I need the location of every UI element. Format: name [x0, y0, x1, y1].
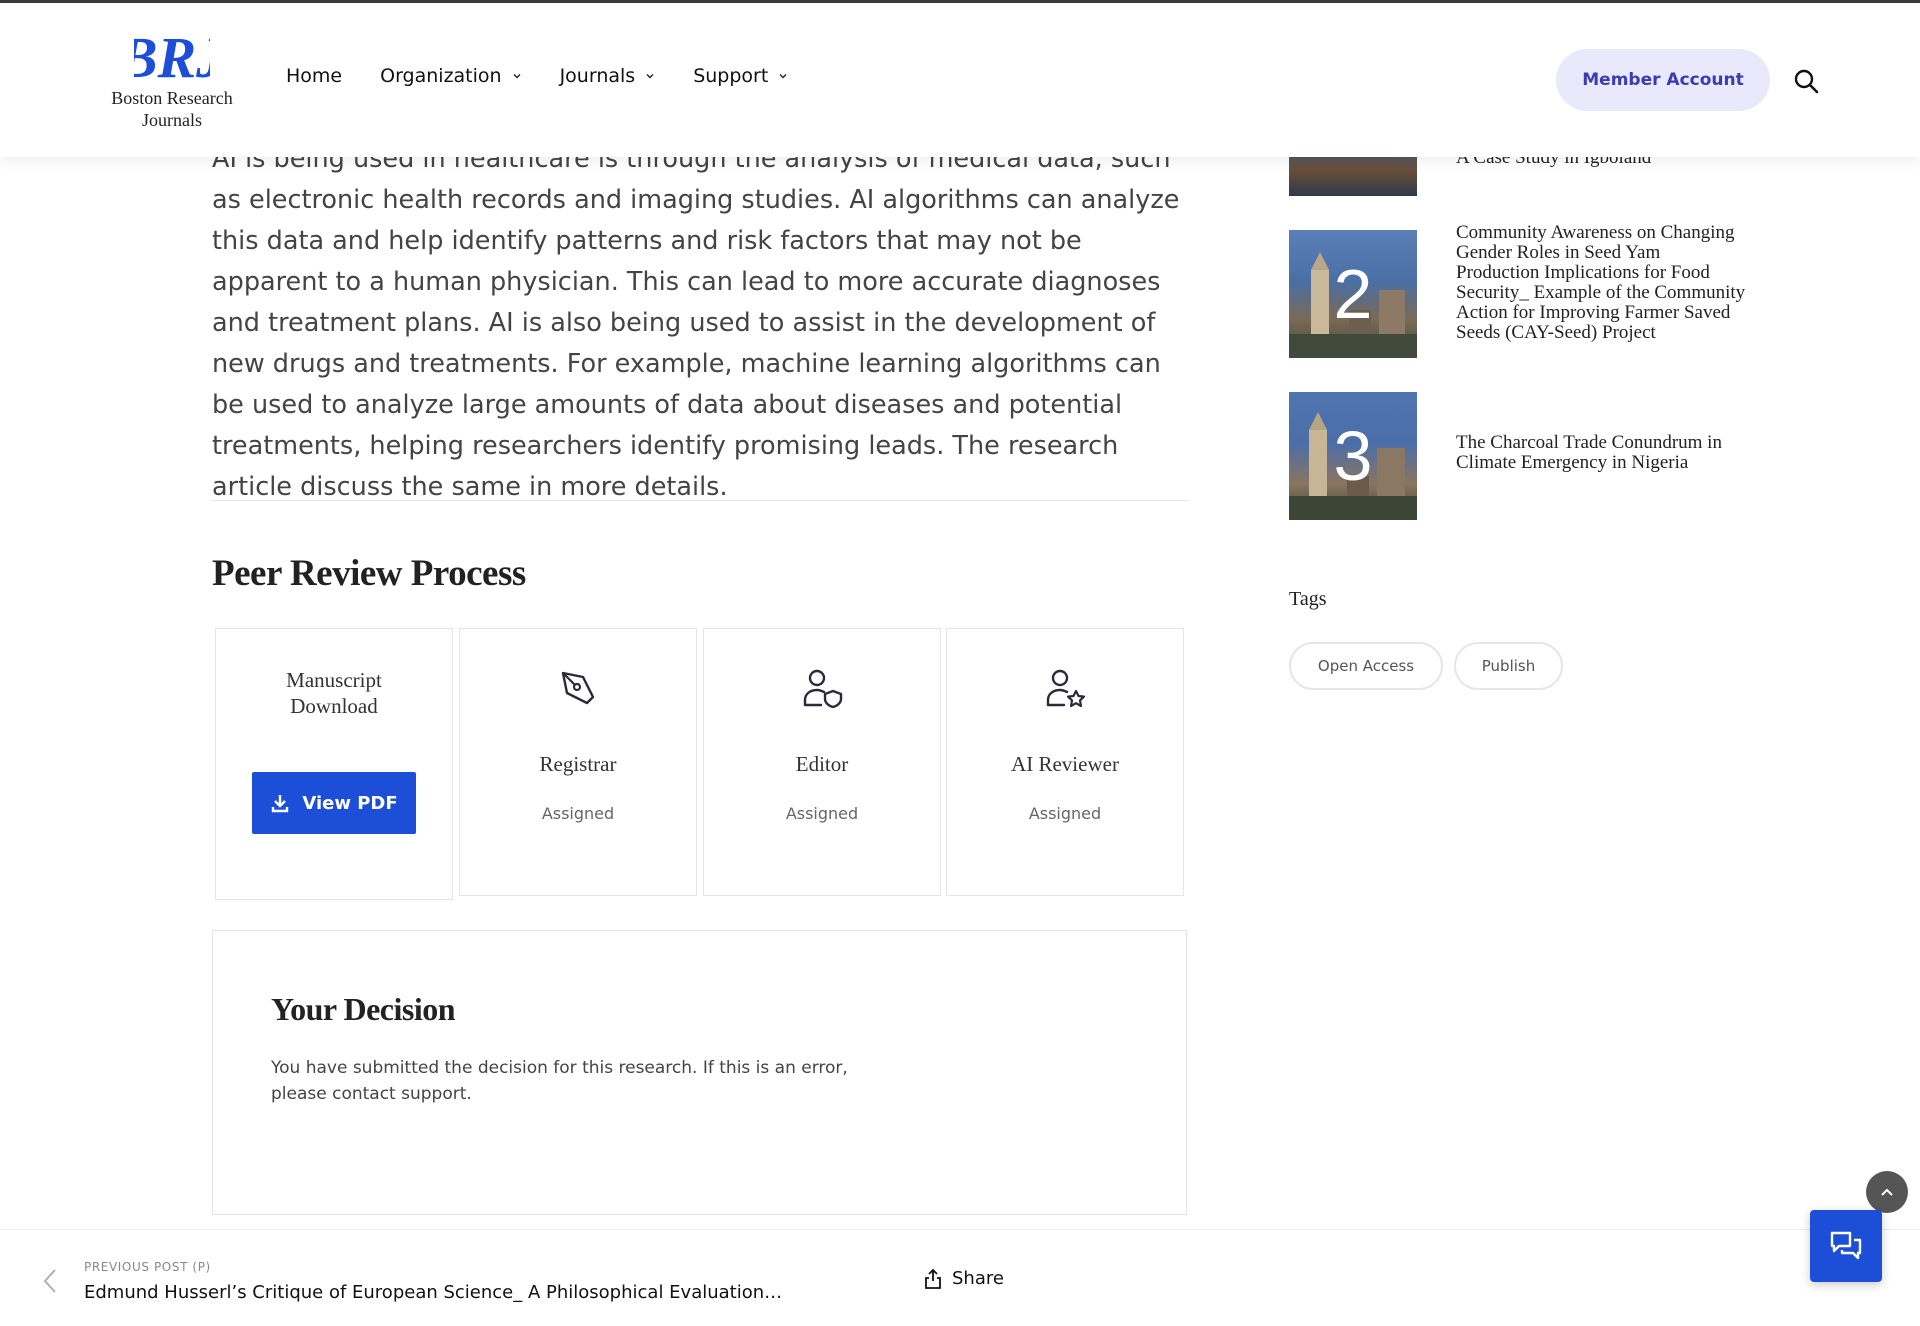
- step-role: AI Reviewer: [1011, 752, 1119, 776]
- logo-text: Boston Research Journals: [100, 87, 244, 131]
- download-icon: [272, 795, 289, 813]
- nav-item-journals[interactable]: Journals: [560, 65, 656, 87]
- nav-item-label: Support: [693, 65, 769, 87]
- member-account-button[interactable]: Member Account: [1556, 49, 1770, 111]
- peer-review-title: Peer Review Process: [212, 553, 526, 594]
- logo-text-line2: Journals: [142, 110, 202, 130]
- review-step-card-editor: Editor Assigned: [703, 628, 941, 896]
- svg-text:BRJ: BRJ: [134, 25, 210, 85]
- nav-item-label: Home: [286, 65, 343, 87]
- post-number: 3: [1333, 417, 1373, 495]
- nav-item-label: Organization: [380, 65, 502, 87]
- manuscript-heading-line1: Manuscript: [286, 668, 382, 692]
- view-pdf-button[interactable]: View PDF: [252, 772, 416, 834]
- post-thumbnail-3[interactable]: 3: [1289, 392, 1417, 520]
- sidebar-post-title-2[interactable]: Community Awareness on Changing Gender R…: [1456, 223, 1746, 343]
- tags-heading: Tags: [1289, 588, 1327, 610]
- nav-item-home[interactable]: Home: [286, 65, 342, 87]
- step-role: Registrar: [539, 752, 617, 776]
- tag-open-access[interactable]: Open Access: [1289, 642, 1443, 690]
- user-star-icon: [1046, 669, 1086, 708]
- previous-post-title[interactable]: Edmund Husserl’s Critique of European Sc…: [84, 1282, 784, 1303]
- nav-item-organization[interactable]: Organization: [380, 65, 521, 87]
- previous-post-label: PREVIOUS POST (P): [84, 1260, 211, 1274]
- article-paragraph: AI is being used in healthcare is throug…: [212, 144, 1180, 502]
- chevron-down-icon: [779, 74, 787, 79]
- post-navigation-bar: PREVIOUS POST (P) Edmund Husserl’s Criti…: [0, 1229, 1920, 1326]
- step-status: Assigned: [1028, 804, 1102, 823]
- nav-item-label: Journals: [559, 65, 636, 87]
- review-step-card-ai-reviewer: AI Reviewer Assigned: [946, 628, 1184, 896]
- top-accent-line: [0, 0, 1920, 3]
- site-header: BRJ Boston Research Journals Home Organi…: [0, 3, 1920, 157]
- chat-button[interactable]: [1810, 1210, 1882, 1282]
- share-button[interactable]: Share: [924, 1268, 1004, 1289]
- tag-publish[interactable]: Publish: [1454, 642, 1563, 690]
- step-status: Assigned: [541, 804, 615, 823]
- chevron-left-icon[interactable]: [40, 1268, 60, 1294]
- site-logo[interactable]: BRJ Boston Research Journals: [100, 25, 244, 137]
- main-nav: Home Organization Journals Support: [286, 65, 788, 87]
- chevron-up-icon: [1881, 1188, 1893, 1196]
- step-status: Assigned: [785, 804, 859, 823]
- decision-title: Your Decision: [271, 991, 456, 1027]
- section-divider: [212, 500, 1188, 501]
- share-icon: [925, 1268, 941, 1289]
- step-role: Editor: [795, 752, 849, 776]
- user-shield-icon: [803, 669, 843, 709]
- nav-item-support[interactable]: Support: [693, 65, 788, 87]
- view-pdf-label: View PDF: [302, 792, 398, 814]
- post-number: 2: [1333, 255, 1373, 333]
- logo-text-line1: Boston Research: [111, 88, 233, 108]
- chat-bubbles-icon: [1830, 1231, 1862, 1260]
- share-label: Share: [952, 1268, 1004, 1289]
- scroll-to-top-button[interactable]: [1866, 1171, 1908, 1213]
- review-step-card-registrar: Registrar Assigned: [459, 628, 697, 896]
- manuscript-heading-line2: Download: [290, 694, 378, 718]
- brj-logo-icon: BRJ: [134, 25, 210, 85]
- pen-nib-icon: [561, 671, 595, 705]
- search-icon[interactable]: [1793, 68, 1819, 94]
- manuscript-heading: Manuscript Download: [216, 667, 452, 719]
- post-thumbnail-2[interactable]: 2: [1289, 230, 1417, 358]
- sidebar-post-title-3[interactable]: The Charcoal Trade Conundrum in Climate …: [1456, 433, 1746, 473]
- chevron-down-icon: [646, 74, 654, 79]
- decision-text: You have submitted the decision for this…: [271, 1058, 848, 1104]
- manuscript-card: Manuscript Download View PDF: [215, 628, 453, 900]
- decision-panel: Your Decision You have submitted the dec…: [212, 930, 1187, 1215]
- chevron-down-icon: [513, 74, 521, 79]
